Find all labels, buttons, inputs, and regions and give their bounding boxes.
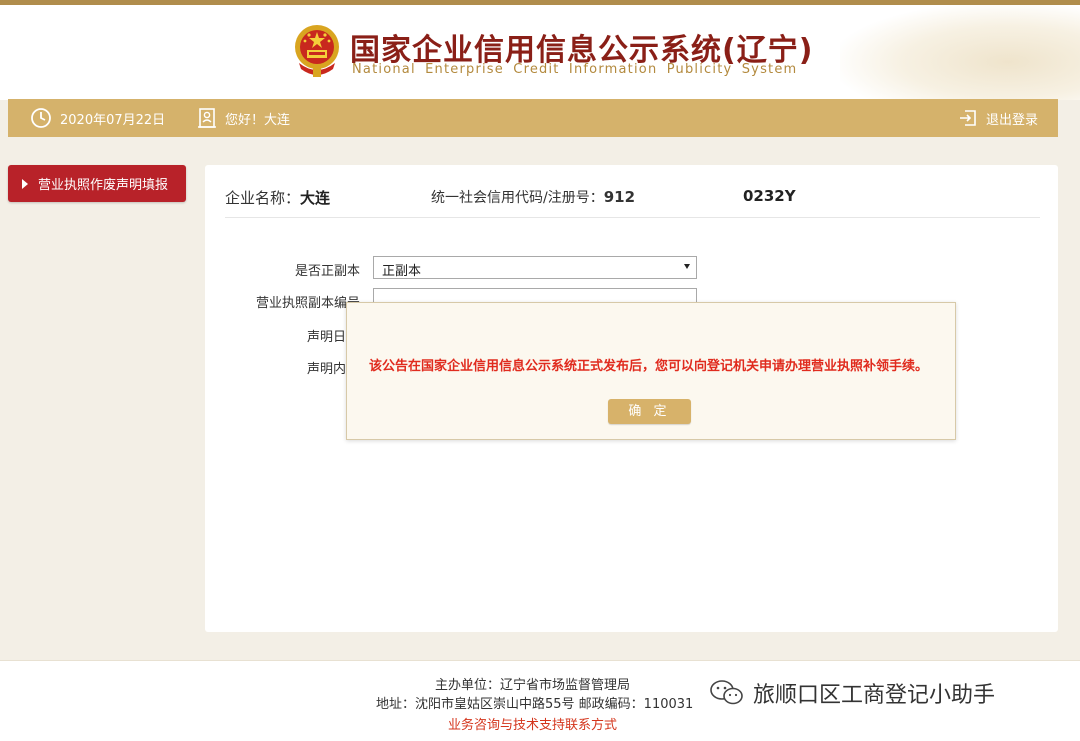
sidebar-item-void-license-declaration[interactable]: 营业执照作废声明填报 [8, 165, 186, 202]
wechat-watermark: 旅顺口区工商登记小助手 [709, 677, 995, 709]
wechat-icon [710, 680, 743, 705]
credit-code-value-end: 0232Y [743, 187, 796, 205]
company-name-value: 大连 [300, 189, 331, 207]
company-name: 企业名称：大连 [225, 187, 330, 208]
sidebar-item-label: 营业执照作废声明填报 [38, 178, 169, 193]
current-date: 2020年07月22日 [60, 112, 166, 128]
footer-address: 地址：沈阳市皇姑区崇山中路55号 邮政编码：110031 [376, 697, 694, 712]
alert-dialog: 该公告在国家企业信用信息公示系统正式发布后，您可以向登记机关申请办理营业执照补领… [346, 302, 956, 440]
company-name-label: 企业名称： [225, 189, 301, 207]
credit-code: 统一社会信用代码/注册号：912 [431, 187, 635, 207]
divider [225, 217, 1040, 218]
confirm-button[interactable]: 确 定 [608, 399, 691, 424]
logout-label[interactable]: 退出登录 [986, 109, 1038, 128]
chevron-down-icon [684, 264, 690, 269]
footer-sponsor: 主办单位：辽宁省市场监督管理局 [435, 678, 631, 693]
greeting-text: 您好！大连 [225, 112, 291, 128]
credit-code-label: 统一社会信用代码/注册号： [431, 190, 604, 206]
site-subtitle: National Enterprise Credit Information P… [352, 62, 798, 77]
clock-icon [31, 108, 51, 128]
national-emblem-icon [295, 25, 339, 77]
document-user-icon [198, 108, 216, 128]
triangle-right-icon [22, 178, 28, 189]
dialog-message: 该公告在国家企业信用信息公示系统正式发布后，您可以向登记机关申请办理营业执照补领… [369, 359, 929, 374]
user-greeting: 您好！大连 [197, 99, 290, 137]
logout-button[interactable]: 退出登录 [958, 99, 1038, 137]
header-decoration [840, 5, 1080, 100]
copy-type-label: 是否正副本 [295, 264, 361, 279]
footer-contact-link[interactable]: 业务咨询与技术支持联系方式 [448, 714, 617, 733]
date-display: 2020年07月22日 [30, 99, 165, 137]
copy-number-label: 营业执照副本编号 [256, 296, 361, 311]
watermark-text: 旅顺口区工商登记小助手 [753, 683, 996, 708]
credit-code-value-start: 912 [603, 188, 636, 206]
copy-type-select[interactable]: 正副本 [373, 256, 697, 279]
copy-type-value: 正副本 [382, 264, 422, 279]
site-header: 国家企业信用信息公示系统(辽宁) National Enterprise Cre… [0, 5, 1080, 100]
logout-icon [960, 110, 976, 126]
top-toolbar: 2020年07月22日 您好！大连 退出登录 [8, 99, 1058, 137]
